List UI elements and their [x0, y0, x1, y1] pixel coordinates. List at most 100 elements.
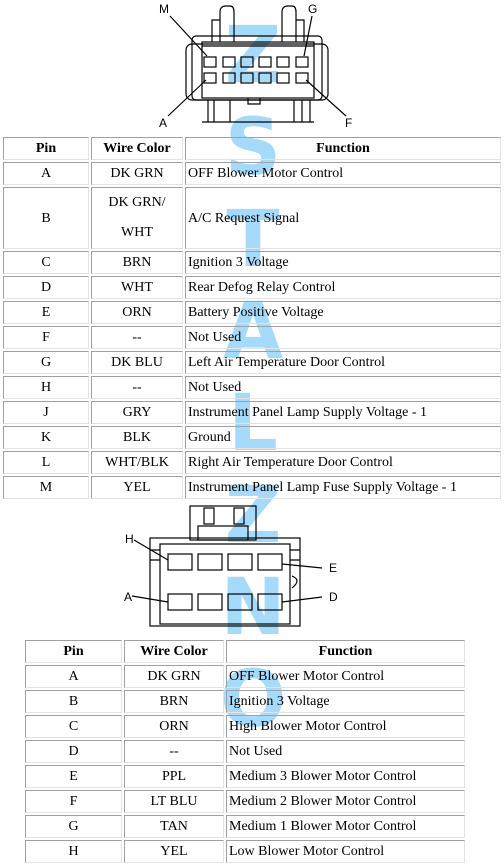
- pin-cell: G: [3, 351, 89, 374]
- function-cell: Instrument Panel Lamp Supply Voltage - 1: [185, 401, 501, 424]
- function-cell: Medium 1 Blower Motor Control: [226, 815, 465, 838]
- table-row: A DK GRN OFF Blower Motor Control: [25, 665, 465, 688]
- function-cell: High Blower Motor Control: [226, 715, 465, 738]
- table-row: D -- Not Used: [25, 740, 465, 763]
- function-cell: Medium 2 Blower Motor Control: [226, 790, 465, 813]
- connector-2-diagram: H E A D: [110, 498, 360, 638]
- function-cell: Instrument Panel Lamp Fuse Supply Voltag…: [185, 476, 501, 499]
- pin-cell: B: [25, 690, 122, 713]
- pin-cell: E: [3, 301, 89, 324]
- table-row: G TAN Medium 1 Blower Motor Control: [25, 815, 465, 838]
- pin-cell: F: [25, 790, 122, 813]
- wire-color-cell: DK GRN: [124, 665, 224, 688]
- table-row: E ORN Battery Positive Voltage: [3, 301, 501, 324]
- table-row: E PPL Medium 3 Blower Motor Control: [25, 765, 465, 788]
- pin-cell: F: [3, 326, 89, 349]
- table-row: D WHT Rear Defog Relay Control: [3, 276, 501, 299]
- wire-color-cell: YEL: [91, 476, 183, 499]
- wire-color-cell: --: [91, 376, 183, 399]
- table-row: G DK BLU Left Air Temperature Door Contr…: [3, 351, 501, 374]
- table-row: A DK GRN OFF Blower Motor Control: [3, 162, 501, 185]
- function-cell: Ignition 3 Voltage: [226, 690, 465, 713]
- table-row: L WHT/BLK Right Air Temperature Door Con…: [3, 451, 501, 474]
- table-row: H -- Not Used: [3, 376, 501, 399]
- table-row: C ORN High Blower Motor Control: [25, 715, 465, 738]
- function-cell: Right Air Temperature Door Control: [185, 451, 501, 474]
- wire-color-cell: DK GRN: [91, 162, 183, 185]
- wire-color-cell: --: [124, 740, 224, 763]
- function-cell: A/C Request Signal: [185, 187, 501, 249]
- wire-color-cell: BRN: [124, 690, 224, 713]
- pin-cell: B: [3, 187, 89, 249]
- table-row: C BRN Ignition 3 Voltage: [3, 251, 501, 274]
- pin-cell: D: [3, 276, 89, 299]
- table-header-row: Pin Wire Color Function: [25, 640, 465, 663]
- wire-color-cell: ORN: [91, 301, 183, 324]
- wire-color-cell: PPL: [124, 765, 224, 788]
- connector-1-pinout-table: Pin Wire Color Function A DK GRN OFF Blo…: [1, 135, 503, 501]
- pin-cell: H: [25, 840, 122, 863]
- wire-color-cell: BLK: [91, 426, 183, 449]
- pin-cell: C: [3, 251, 89, 274]
- wire-color-cell: GRY: [91, 401, 183, 424]
- pin-cell: C: [25, 715, 122, 738]
- wire-color-cell: WHT: [91, 276, 183, 299]
- function-cell: Not Used: [185, 376, 501, 399]
- table-header-row: Pin Wire Color Function: [3, 137, 501, 160]
- wire-color-cell: ORN: [124, 715, 224, 738]
- connector-1-diagram: M G A F: [150, 0, 370, 135]
- wire-color-line: DK GRN/: [108, 195, 166, 210]
- pin-cell: E: [25, 765, 122, 788]
- column-header-function: Function: [185, 137, 501, 160]
- pin-cell: K: [3, 426, 89, 449]
- table-row: F LT BLU Medium 2 Blower Motor Control: [25, 790, 465, 813]
- function-cell: Not Used: [226, 740, 465, 763]
- column-header-wire-color: Wire Color: [91, 137, 183, 160]
- pin-label-d: D: [329, 590, 338, 604]
- table-row: B DK GRN/ WHT A/C Request Signal: [3, 187, 501, 249]
- pin-cell: L: [3, 451, 89, 474]
- column-header-function: Function: [226, 640, 465, 663]
- wire-color-cell: YEL: [124, 840, 224, 863]
- connector-2-pinout-table: Pin Wire Color Function A DK GRN OFF Blo…: [23, 638, 467, 865]
- pin-label-a: A: [159, 116, 168, 130]
- pin-cell: A: [3, 162, 89, 185]
- function-cell: Battery Positive Voltage: [185, 301, 501, 324]
- column-header-pin: Pin: [25, 640, 122, 663]
- table-row: H YEL Low Blower Motor Control: [25, 840, 465, 863]
- pin-label-h: H: [125, 532, 134, 546]
- pin-label-e: E: [329, 561, 338, 575]
- pin-label-m: M: [159, 2, 169, 16]
- column-header-wire-color: Wire Color: [124, 640, 224, 663]
- table-row: B BRN Ignition 3 Voltage: [25, 690, 465, 713]
- wire-color-cell: BRN: [91, 251, 183, 274]
- wire-color-cell: DK BLU: [91, 351, 183, 374]
- table-row: J GRY Instrument Panel Lamp Supply Volta…: [3, 401, 501, 424]
- function-cell: Ground: [185, 426, 501, 449]
- pin-cell: A: [25, 665, 122, 688]
- function-cell: OFF Blower Motor Control: [185, 162, 501, 185]
- function-cell: Not Used: [185, 326, 501, 349]
- table-row: F -- Not Used: [3, 326, 501, 349]
- pin-cell: M: [3, 476, 89, 499]
- function-cell: Medium 3 Blower Motor Control: [226, 765, 465, 788]
- function-cell: Ignition 3 Voltage: [185, 251, 501, 274]
- wire-color-cell: TAN: [124, 815, 224, 838]
- wire-color-line: WHT: [121, 225, 153, 240]
- wire-color-cell: DK GRN/ WHT: [91, 187, 183, 249]
- wire-color-cell: LT BLU: [124, 790, 224, 813]
- wire-color-cell: --: [91, 326, 183, 349]
- column-header-pin: Pin: [3, 137, 89, 160]
- pin-label-g: G: [308, 2, 318, 16]
- table-row: M YEL Instrument Panel Lamp Fuse Supply …: [3, 476, 501, 499]
- pin-label-f: F: [345, 116, 353, 130]
- pin-cell: D: [25, 740, 122, 763]
- function-cell: OFF Blower Motor Control: [226, 665, 465, 688]
- pin-cell: H: [3, 376, 89, 399]
- wire-color-cell: WHT/BLK: [91, 451, 183, 474]
- function-cell: Rear Defog Relay Control: [185, 276, 501, 299]
- pin-cell: G: [25, 815, 122, 838]
- table-row: K BLK Ground: [3, 426, 501, 449]
- function-cell: Left Air Temperature Door Control: [185, 351, 501, 374]
- pin-label-a: A: [124, 590, 133, 604]
